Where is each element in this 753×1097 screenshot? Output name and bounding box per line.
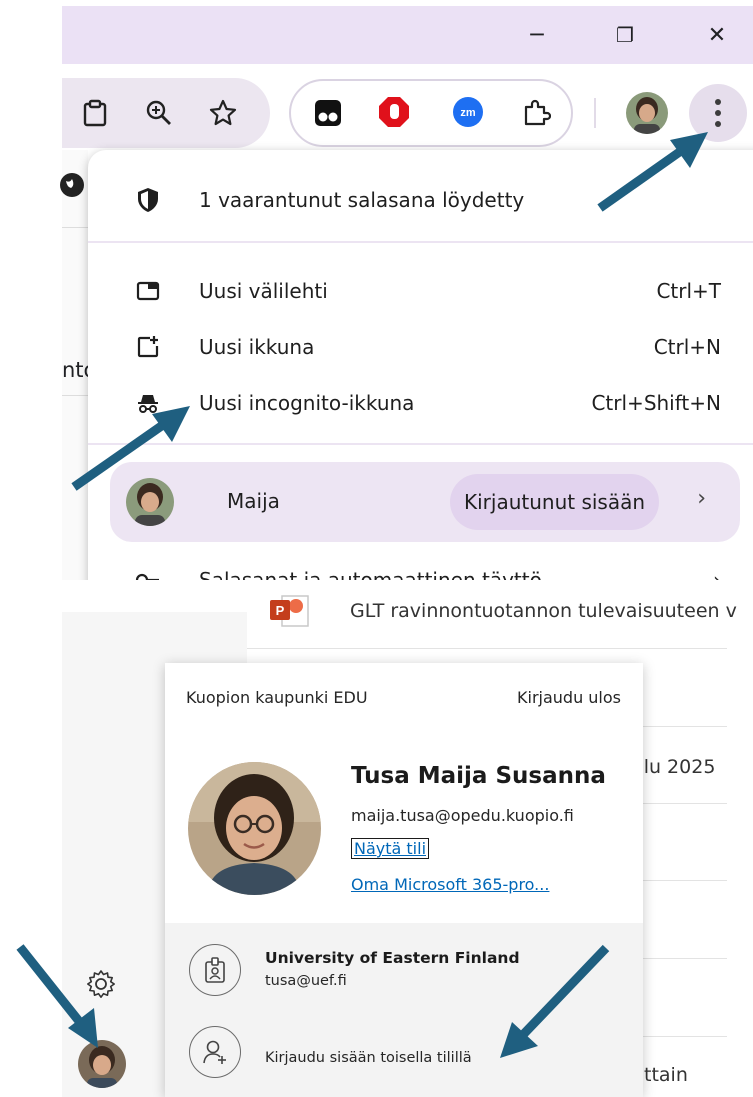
profile-avatar — [126, 478, 174, 526]
view-account-link[interactable]: Näytä tili — [351, 838, 430, 859]
badge-icon — [189, 944, 241, 996]
new-incognito-label: Uusi incognito-ikkuna — [199, 391, 415, 415]
new-window-icon — [134, 333, 162, 361]
account-full-name: Tusa Maija Susanna — [351, 763, 606, 789]
signed-in-status: Kirjautunut sisään — [450, 474, 660, 530]
sign-in-other-account-link[interactable]: Kirjaudu sisään toisella tilillä — [265, 1050, 472, 1066]
passwords-label: Salasanat ja automaattinen täyttö — [199, 568, 542, 580]
key-icon — [134, 566, 162, 580]
svg-text:P: P — [276, 603, 285, 618]
chrome-menu: 1 vaarantunut salasana löydetty Uusi väl… — [88, 150, 753, 580]
tampermonkey-icon[interactable] — [311, 96, 345, 130]
menu-divider — [88, 241, 753, 243]
chevron-right-icon: › — [697, 486, 706, 511]
new-window-item[interactable]: Uusi ikkuna Ctrl+N — [88, 319, 753, 375]
page-divider — [62, 395, 88, 396]
chevron-right-icon: › — [713, 568, 721, 580]
organization-name: Kuopion kaupunki EDU — [186, 688, 368, 707]
profile-name: Maija — [227, 489, 280, 513]
new-tab-icon — [134, 277, 162, 305]
microsoft-365-window: P GLT ravinnontuotannon tulevaisuuteen v… — [0, 580, 753, 1097]
star-icon[interactable] — [206, 96, 240, 130]
new-tab-shortcut: Ctrl+T — [656, 279, 721, 303]
my-profile-link[interactable]: Oma Microsoft 365-pro... — [351, 875, 549, 894]
passwords-item[interactable]: Salasanat ja automaattinen täyttö › — [88, 552, 753, 580]
zoom-scheduler-icon[interactable]: zm — [451, 95, 485, 129]
powerpoint-file-icon: P — [268, 594, 310, 630]
new-incognito-item[interactable]: Uusi incognito-ikkuna Ctrl+Shift+N — [88, 375, 753, 431]
other-accounts-section: University of Eastern Finland tusa@uef.f… — [165, 923, 643, 1097]
zoom-icon[interactable] — [142, 96, 176, 130]
other-account-name[interactable]: University of Eastern Finland — [265, 949, 520, 967]
new-window-label: Uusi ikkuna — [199, 335, 315, 359]
new-window-shortcut: Ctrl+N — [653, 335, 721, 359]
chrome-window: ─ ❐ ✕ zm nt 1 vaarantunut salasana löyde… — [0, 0, 753, 580]
new-incognito-shortcut: Ctrl+Shift+N — [591, 391, 721, 415]
close-button[interactable]: ✕ — [702, 20, 732, 50]
menu-divider — [88, 443, 753, 445]
minimize-button[interactable]: ─ — [522, 20, 552, 50]
add-person-icon[interactable] — [189, 1026, 241, 1078]
file-title-fragment: GLT ravinnontuotannon tulevaisuuteen v — [350, 600, 737, 622]
clipboard-icon[interactable] — [78, 96, 112, 130]
list-divider — [247, 648, 727, 649]
profile-item[interactable]: Maija Kirjautunut sisään › — [110, 462, 740, 542]
profile-avatar-icon[interactable] — [626, 92, 668, 134]
title-bar: ─ ❐ ✕ — [62, 6, 753, 64]
security-alert-item[interactable]: 1 vaarantunut salasana löydetty — [88, 172, 753, 228]
restore-button[interactable]: ❐ — [610, 20, 640, 50]
gear-icon[interactable] — [84, 967, 118, 1001]
address-bar-end[interactable] — [62, 78, 270, 148]
account-photo — [188, 762, 321, 895]
account-avatar-button[interactable] — [78, 1040, 126, 1088]
extensions-area: zm — [289, 79, 573, 147]
account-email: maija.tusa@opedu.kuopio.fi — [351, 806, 574, 825]
new-tab-item[interactable]: Uusi välilehti Ctrl+T — [88, 263, 753, 319]
adblock-icon[interactable] — [377, 95, 411, 129]
file-title-fragment: elu 2025 — [632, 756, 716, 778]
file-title-fragment: ttain — [644, 1064, 688, 1086]
account-manager-card: Kuopion kaupunki EDU Kirjaudu ulos Tusa … — [165, 663, 643, 1097]
extensions-puzzle-icon[interactable] — [519, 96, 553, 130]
page-divider — [62, 227, 88, 228]
svg-text:zm: zm — [460, 107, 476, 119]
page-text-fragment: nto — [62, 358, 88, 382]
toolbar-separator — [594, 98, 596, 128]
security-alert-label: 1 vaarantunut salasana löydetty — [199, 188, 525, 212]
new-tab-label: Uusi välilehti — [199, 279, 328, 303]
globe-icon — [60, 173, 84, 197]
chrome-menu-button[interactable] — [689, 84, 747, 142]
shield-icon — [134, 186, 162, 214]
incognito-icon — [134, 389, 162, 417]
sign-out-link[interactable]: Kirjaudu ulos — [517, 688, 621, 707]
other-account-email: tusa@uef.fi — [265, 973, 347, 989]
